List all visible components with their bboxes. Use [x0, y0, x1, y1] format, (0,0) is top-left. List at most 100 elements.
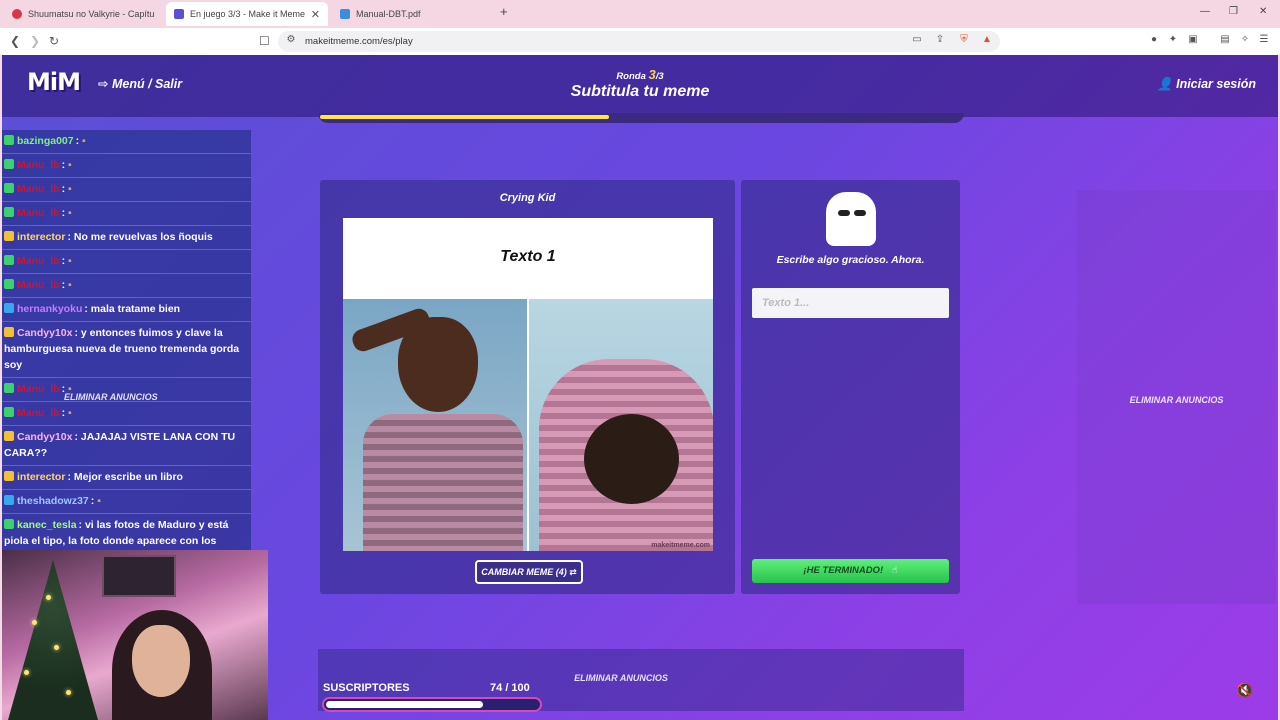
chat-username[interactable]: Manu_lb: [17, 383, 60, 395]
remove-ads-link[interactable]: ELIMINAR ANUNCIOS: [1077, 395, 1276, 405]
subscribers-label: SUSCRIPTORES: [323, 682, 410, 694]
chat-emote-icon: ▪: [68, 407, 72, 419]
forward-icon[interactable]: ❯: [30, 34, 40, 48]
login-label: Iniciar sesión: [1176, 77, 1256, 91]
user-icon: 👤: [1157, 77, 1173, 91]
address-bar[interactable]: makeitmeme.com/es/play: [278, 31, 1000, 52]
streamer-face: [132, 625, 190, 697]
minimize-icon[interactable]: —: [1200, 6, 1210, 17]
chat-emote-icon: ▪: [82, 135, 86, 147]
chat-message: Manu_lb: ▪: [2, 402, 251, 426]
chat-username[interactable]: kanec_tesla: [17, 519, 77, 531]
url-text: makeitmeme.com/es/play: [305, 36, 413, 47]
chat-badge-icon: [4, 183, 14, 193]
chat-username[interactable]: Manu_lb: [17, 255, 60, 267]
subscribers-progress-fill: [326, 701, 483, 708]
browser-tab-bar: Shuumatsu no Valkyrie - Capítulo 06 En j…: [0, 0, 1280, 28]
brave-shield-icon[interactable]: ⛨: [958, 34, 970, 46]
tab-favicon-icon: [340, 9, 350, 19]
chat-message: Manu_lb: ▪: [2, 178, 251, 202]
tree-light: [32, 620, 37, 625]
change-meme-button[interactable]: CAMBIAR MEME (4) ⇄: [475, 560, 583, 584]
chat-text: mala tratame bien: [90, 303, 181, 315]
browser-tab-2[interactable]: En juego 3/3 - Make it Meme ✕: [166, 2, 328, 26]
chat-message: Manu_lb: ▪: [2, 202, 251, 226]
meme-image: makeitmeme.com: [343, 299, 713, 551]
chat-username[interactable]: theshadowz37: [17, 495, 89, 507]
subscribers-current: 74: [490, 682, 503, 694]
chat-message: Manu_lb: ▪: [2, 250, 251, 274]
done-button[interactable]: ¡HE TERMINADO! ☝: [752, 559, 949, 583]
chat-username[interactable]: hernankyoku: [17, 303, 82, 315]
chat-username[interactable]: Manu_lb: [17, 183, 60, 195]
streamer-webcam: [2, 550, 268, 720]
writing-prompt: Escribe algo gracioso. Ahora.: [776, 254, 925, 266]
stream-chat-overlay: bazinga007: ▪ Manu_lb: ▪ Manu_lb: ▪ Manu_lb…: [2, 130, 251, 550]
browser-tab-1[interactable]: Shuumatsu no Valkyrie - Capítulo 06: [4, 2, 162, 26]
chat-text: Mejor escribe un libro: [73, 471, 183, 483]
chat-username[interactable]: Manu_lb: [17, 407, 60, 419]
chat-badge-icon: [4, 407, 14, 417]
translate-icon[interactable]: ▭: [911, 34, 923, 46]
browser-tab-3[interactable]: Manual-DBT.pdf: [332, 2, 492, 26]
chat-username[interactable]: bazinga007: [17, 135, 74, 147]
kid-shirt: [363, 414, 523, 551]
chat-username[interactable]: Candyy10x: [17, 327, 72, 339]
round-timer-bar: [318, 113, 964, 123]
chat-emote-icon: ▪: [68, 255, 72, 267]
login-link[interactable]: 👤 Iniciar sesión: [1157, 77, 1256, 92]
back-icon[interactable]: ❮: [10, 34, 20, 48]
ad-slot-right: ELIMINAR ANUNCIOS: [1077, 190, 1276, 604]
chat-username[interactable]: interector: [17, 231, 65, 243]
chat-badge-icon: [4, 383, 14, 393]
tree-light: [66, 690, 71, 695]
new-tab-icon[interactable]: +: [500, 4, 508, 19]
chat-badge-icon: [4, 327, 14, 337]
tab-label: Shuumatsu no Valkyrie - Capítulo 06: [28, 9, 154, 19]
round-timer-fill: [320, 115, 609, 119]
chat-username[interactable]: Candyy10x: [17, 431, 72, 443]
meme-preview: Texto 1 makeitmeme.com: [343, 218, 713, 551]
tab-favicon-icon: [12, 9, 22, 19]
tree-light: [46, 595, 51, 600]
chat-message: interector: No me revuelvas los ñoquis: [2, 226, 251, 250]
chat-username[interactable]: Manu_lb: [17, 279, 60, 291]
browser-menu-icon[interactable]: ☰: [1258, 34, 1270, 46]
rewards-icon[interactable]: ▲: [981, 34, 993, 46]
profile-icon[interactable]: ●: [1148, 34, 1160, 46]
mascot-eye: [838, 210, 850, 216]
chat-message: hernankyoku: mala tratame bien: [2, 298, 251, 322]
bookmark-icon[interactable]: ☐: [259, 34, 270, 48]
tab-favicon-icon: [174, 9, 184, 19]
chat-badge-icon: [4, 431, 14, 441]
extensions-icon[interactable]: ✦: [1167, 34, 1179, 46]
chat-message: Manu_lb: ▪: [2, 274, 251, 298]
crying-kid-panel: [343, 299, 527, 551]
chat-badge-icon: [4, 471, 14, 481]
reload-icon[interactable]: ↻: [49, 34, 59, 48]
round-indicator: Ronda 3/3: [2, 67, 1278, 82]
leo-ai-icon[interactable]: ✧: [1239, 34, 1251, 46]
mute-icon[interactable]: 🔇: [1236, 682, 1253, 699]
site-info-icon[interactable]: ⚙: [285, 34, 297, 46]
chat-badge-icon: [4, 303, 14, 313]
chat-message: kanec_tesla: vi las fotos de Maduro y es…: [2, 514, 251, 550]
share-icon[interactable]: ⇪: [934, 34, 946, 46]
wall-frame: [102, 555, 176, 597]
chat-badge-icon: [4, 231, 14, 241]
restore-icon[interactable]: ❐: [1229, 6, 1238, 17]
caption-input[interactable]: [752, 288, 949, 318]
wallet-icon[interactable]: ▤: [1219, 34, 1231, 46]
close-tab-icon[interactable]: ✕: [311, 8, 320, 21]
remove-ads-link[interactable]: ELIMINAR ANUNCIOS: [64, 392, 158, 402]
chat-username[interactable]: Manu_lb: [17, 159, 60, 171]
chat-message: bazinga007: ▪: [2, 130, 251, 154]
chat-badge-icon: [4, 255, 14, 265]
downloads-icon[interactable]: ▣: [1187, 34, 1199, 46]
close-window-icon[interactable]: ✕: [1259, 6, 1267, 17]
meme-template-name: Crying Kid: [499, 192, 556, 204]
chat-username[interactable]: interector: [17, 471, 65, 483]
tree-light: [54, 645, 59, 650]
caption-editor-card: Escribe algo gracioso. Ahora. ¡HE TERMIN…: [741, 180, 960, 594]
chat-username[interactable]: Manu_lb: [17, 207, 60, 219]
